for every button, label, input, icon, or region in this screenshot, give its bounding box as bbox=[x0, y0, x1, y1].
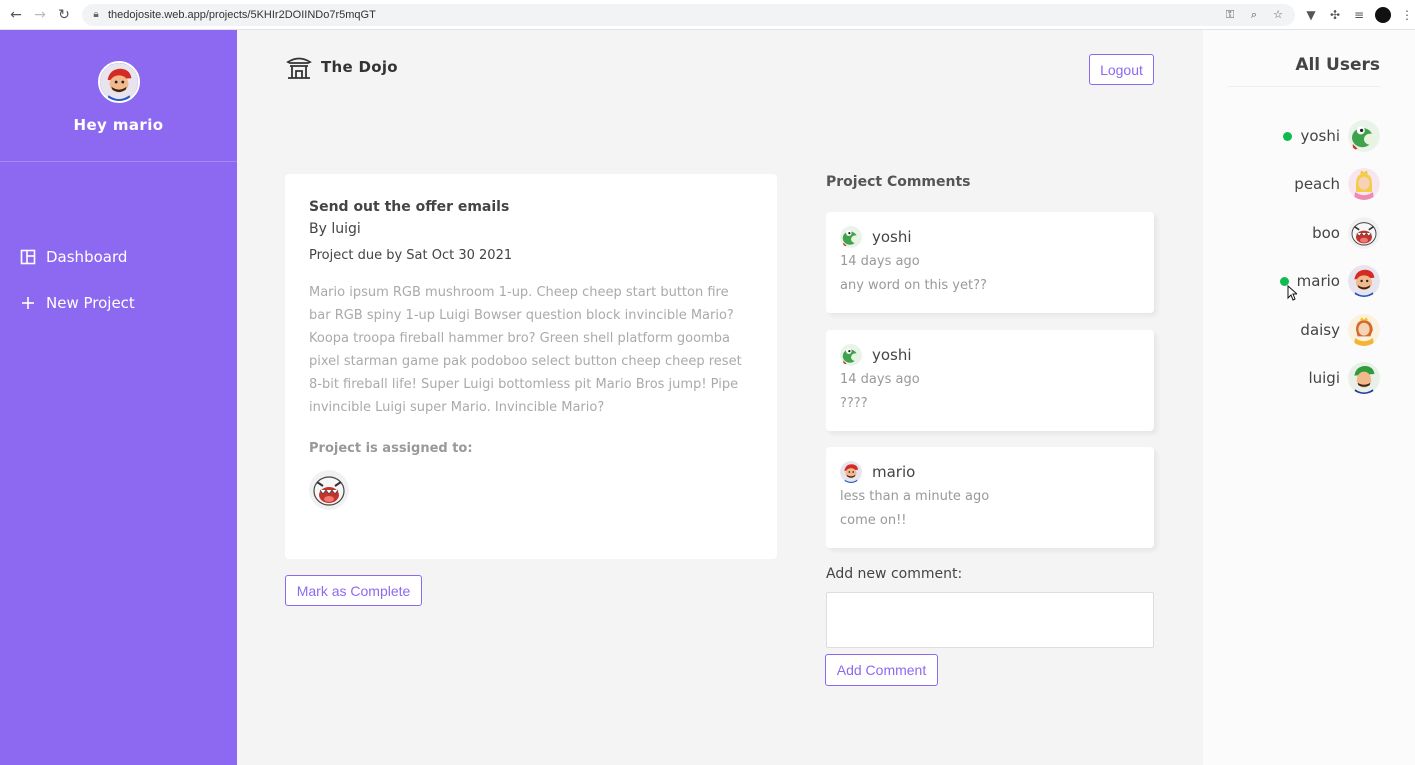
avatar bbox=[840, 226, 862, 248]
user-list-item: luigi bbox=[1308, 361, 1380, 395]
browser-nav: ← → ↻ bbox=[4, 3, 76, 27]
url-text[interactable]: thedojosite.web.app/projects/5KHIr2DOIIN… bbox=[108, 9, 376, 21]
comment-header: yoshi bbox=[840, 226, 1140, 248]
assigned-label: Project is assigned to: bbox=[309, 441, 473, 456]
avatar bbox=[1348, 168, 1380, 200]
online-status-dot bbox=[1283, 131, 1293, 141]
star-icon[interactable]: ☆ bbox=[1271, 8, 1285, 22]
forward-arrow-icon[interactable]: → bbox=[28, 3, 52, 27]
avatar bbox=[97, 61, 140, 103]
avatar bbox=[1348, 217, 1380, 249]
comment-time: 14 days ago bbox=[840, 372, 920, 387]
lock-icon[interactable]: 🔒︎ bbox=[90, 9, 102, 21]
comment-author: yoshi bbox=[872, 228, 912, 246]
address-bar[interactable]: 🔒︎ thedojosite.web.app/projects/5KHIr2DO… bbox=[82, 3, 1295, 26]
comment-time: less than a minute ago bbox=[840, 489, 990, 504]
comment-body: any word on this yet?? bbox=[840, 278, 987, 293]
user-list-item: yoshi bbox=[1283, 119, 1380, 153]
logout-button[interactable]: Logout bbox=[1089, 54, 1154, 85]
user-name: mario bbox=[1296, 272, 1340, 290]
project-author: By luigi bbox=[309, 221, 361, 237]
sidebar-item-dashboard[interactable]: Dashboard bbox=[0, 234, 237, 280]
sidebar-nav: Dashboard New Project bbox=[0, 234, 237, 326]
comments-title: Project Comments bbox=[826, 174, 971, 190]
greeting: Hey mario bbox=[73, 116, 164, 134]
comment-author: mario bbox=[872, 463, 916, 481]
comment-textarea[interactable] bbox=[826, 592, 1154, 648]
project-due-date: Project due by Sat Oct 30 2021 bbox=[309, 248, 513, 263]
omnibox-actions: ⚿ ⌕ ☆ bbox=[1223, 4, 1285, 26]
divider bbox=[1228, 86, 1380, 87]
comment-item: yoshi 14 days ago ???? bbox=[826, 330, 1154, 431]
add-comment-label: Add new comment: bbox=[826, 566, 963, 582]
sidebar-item-label: New Project bbox=[46, 294, 135, 312]
assigned-users bbox=[309, 470, 753, 510]
comment-item: mario less than a minute ago come on!! bbox=[826, 447, 1154, 548]
comment-author: yoshi bbox=[872, 346, 912, 364]
mouse-cursor-icon bbox=[1287, 285, 1297, 301]
avatar bbox=[1348, 314, 1380, 346]
comment-body: come on!! bbox=[840, 513, 907, 528]
plus-icon bbox=[20, 295, 36, 311]
extensions-bar: ▼ ✣ ≡ ⋮ bbox=[1303, 6, 1415, 23]
sidebar-item-new-project[interactable]: New Project bbox=[0, 280, 237, 326]
comment-time: 14 days ago bbox=[840, 254, 920, 269]
zoom-icon[interactable]: ⌕ bbox=[1247, 8, 1261, 22]
avatar bbox=[309, 470, 349, 510]
sidebar: Hey mario Dashboard New Project bbox=[0, 30, 237, 765]
user-name: yoshi bbox=[1300, 127, 1340, 145]
user-list-item: boo bbox=[1312, 216, 1380, 250]
user-name: luigi bbox=[1308, 369, 1340, 387]
user-list-item: peach bbox=[1294, 167, 1380, 201]
project-title: Send out the offer emails bbox=[309, 199, 510, 215]
temple-icon bbox=[286, 54, 312, 80]
user-name: boo bbox=[1312, 224, 1340, 242]
browser-toolbar: ← → ↻ 🔒︎ thedojosite.web.app/projects/5K… bbox=[0, 0, 1415, 30]
reload-icon[interactable]: ↻ bbox=[52, 3, 76, 27]
app-name: The Dojo bbox=[321, 58, 398, 76]
avatar bbox=[840, 461, 862, 483]
comment-header: mario bbox=[840, 461, 1140, 483]
sidebar-user: Hey mario bbox=[0, 30, 237, 162]
project-summary: Send out the offer emails By luigi Proje… bbox=[285, 174, 777, 559]
user-list-item: daisy bbox=[1300, 313, 1380, 347]
add-comment-button[interactable]: Add Comment bbox=[825, 654, 938, 686]
key-icon[interactable]: ⚿ bbox=[1223, 8, 1237, 22]
kebab-menu-icon[interactable]: ⋮ bbox=[1399, 7, 1415, 23]
extension-v-icon[interactable]: ▼ bbox=[1303, 7, 1319, 23]
avatar bbox=[1348, 120, 1380, 152]
back-arrow-icon[interactable]: ← bbox=[4, 3, 28, 27]
app-logo[interactable]: The Dojo bbox=[286, 54, 398, 80]
avatar bbox=[1348, 362, 1380, 394]
comment-header: yoshi bbox=[840, 344, 1140, 366]
user-name: daisy bbox=[1300, 321, 1340, 339]
avatar bbox=[840, 344, 862, 366]
profile-icon[interactable] bbox=[1375, 6, 1391, 23]
project-details: Mario ipsum RGB mushroom 1-up. Cheep che… bbox=[309, 285, 742, 415]
mark-complete-button[interactable]: Mark as Complete bbox=[285, 575, 422, 606]
dashboard-icon bbox=[20, 249, 36, 265]
avatar bbox=[1348, 265, 1380, 297]
comment-item: yoshi 14 days ago any word on this yet?? bbox=[826, 212, 1154, 313]
puzzle-icon[interactable]: ✣ bbox=[1327, 7, 1343, 23]
sidebar-item-label: Dashboard bbox=[46, 248, 128, 266]
user-list-panel: All Users yoshi peach boo mario daisy lu… bbox=[1203, 30, 1415, 765]
comment-body: ???? bbox=[840, 396, 868, 411]
user-list-title: All Users bbox=[1295, 55, 1380, 75]
media-queue-icon[interactable]: ≡ bbox=[1351, 7, 1367, 23]
user-name: peach bbox=[1294, 175, 1340, 193]
